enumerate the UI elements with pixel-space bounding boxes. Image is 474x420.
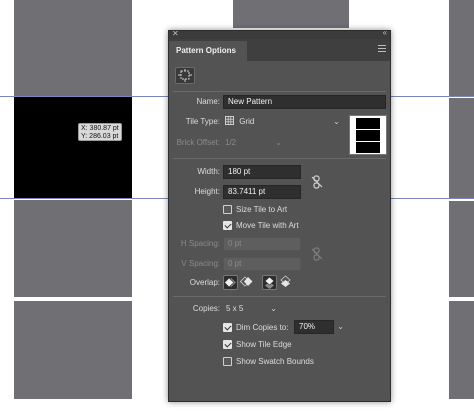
chevron-down-icon: ⌄	[270, 304, 277, 313]
right-in-front-icon	[239, 276, 253, 287]
name-label: Name:	[196, 97, 220, 106]
tile-type-value: Grid	[239, 117, 255, 126]
divider	[173, 158, 386, 159]
show-tile-edge-checkbox[interactable]	[223, 340, 232, 349]
tab-pattern-options[interactable]: Pattern Options	[169, 41, 247, 61]
copies-label: Copies:	[192, 304, 220, 313]
show-swatch-bounds-label: Show Swatch Bounds	[236, 357, 314, 366]
collapse-icon[interactable]: ‹‹	[383, 28, 387, 37]
coordinate-readout: X: 380.87 pt Y: 286.03 pt	[78, 123, 122, 141]
h-spacing-field: 0 pt	[223, 237, 301, 251]
divider	[173, 91, 386, 92]
brick-offset-label: Brick Offset:	[176, 138, 220, 147]
chevron-down-icon: ⌄	[275, 138, 282, 147]
pattern-tile	[14, 200, 132, 297]
grid-icon	[225, 116, 234, 125]
h-spacing-label: H Spacing:	[180, 239, 220, 248]
dim-copies-checkbox[interactable]	[223, 323, 232, 332]
pattern-tile	[449, 0, 474, 96]
panel-titlebar[interactable]: ✕ ‹‹	[169, 28, 390, 39]
pattern-tile	[449, 301, 474, 399]
overlap-top-in-front-button[interactable]	[262, 275, 277, 290]
pattern-tile-tool-button[interactable]	[175, 67, 195, 84]
link-spacing-icon	[311, 247, 323, 261]
readout-y: Y: 286.03 pt	[81, 133, 119, 140]
width-field[interactable]: 180 pt	[223, 165, 301, 179]
pattern-tile	[449, 201, 474, 297]
v-spacing-label: V Spacing:	[181, 259, 220, 268]
pattern-tile-tool-icon	[178, 69, 192, 82]
readout-x: X: 380.87 pt	[81, 125, 119, 132]
move-tile-with-art-label: Move Tile with Art	[236, 221, 299, 230]
left-in-front-icon	[224, 277, 236, 288]
overlap-label: Overlap:	[189, 278, 220, 287]
pattern-tile	[449, 98, 474, 198]
pattern-options-panel: ✕ ‹‹ Pattern Options Name: New Pattern T…	[168, 28, 391, 402]
pattern-tile	[233, 0, 349, 28]
overlap-left-in-front-button[interactable]	[223, 275, 238, 290]
dim-copies-dropdown[interactable]: ⌄	[333, 320, 347, 334]
size-tile-to-art-label: Size Tile to Art	[236, 205, 288, 214]
name-field[interactable]: New Pattern	[223, 95, 386, 109]
link-proportions-icon[interactable]	[311, 175, 323, 189]
show-tile-edge-label: Show Tile Edge	[236, 340, 292, 349]
tile-type-label: Tile Type:	[185, 117, 220, 126]
dim-copies-label: Dim Copies to:	[236, 323, 289, 332]
chevron-down-icon: ⌄	[337, 322, 344, 331]
move-tile-with-art-checkbox[interactable]	[223, 221, 232, 230]
copies-select[interactable]: 5 x 5 ⌄	[226, 302, 280, 316]
size-tile-to-art-checkbox[interactable]	[223, 205, 232, 214]
brick-offset-select: 1/2 ⌄	[225, 136, 285, 150]
panel-menu-icon[interactable]	[378, 45, 386, 53]
panel-tabbar: Pattern Options	[169, 39, 390, 61]
brick-offset-value: 1/2	[225, 138, 237, 147]
close-icon[interactable]: ✕	[172, 29, 179, 38]
v-spacing-field: 0 pt	[223, 257, 301, 271]
height-field[interactable]: 83.7411 pt	[223, 185, 301, 199]
pattern-tile	[14, 301, 132, 399]
pattern-tile	[14, 0, 132, 96]
overlap-right-in-front-button[interactable]	[239, 275, 255, 290]
divider	[173, 296, 386, 297]
dim-copies-field[interactable]: 70%	[294, 320, 334, 334]
copies-value: 5 x 5	[226, 304, 244, 313]
width-label: Width:	[197, 167, 220, 176]
chevron-down-icon: ⌄	[333, 117, 340, 126]
top-in-front-icon	[264, 276, 275, 289]
tile-type-select[interactable]: Grid ⌄	[225, 115, 343, 129]
show-swatch-bounds-checkbox[interactable]	[223, 357, 232, 366]
tile-preview	[349, 115, 387, 155]
bottom-in-front-icon	[280, 275, 291, 287]
overlap-bottom-in-front-button[interactable]	[279, 275, 294, 290]
selected-pattern-tile[interactable]	[14, 97, 132, 198]
height-label: Height:	[194, 187, 220, 196]
